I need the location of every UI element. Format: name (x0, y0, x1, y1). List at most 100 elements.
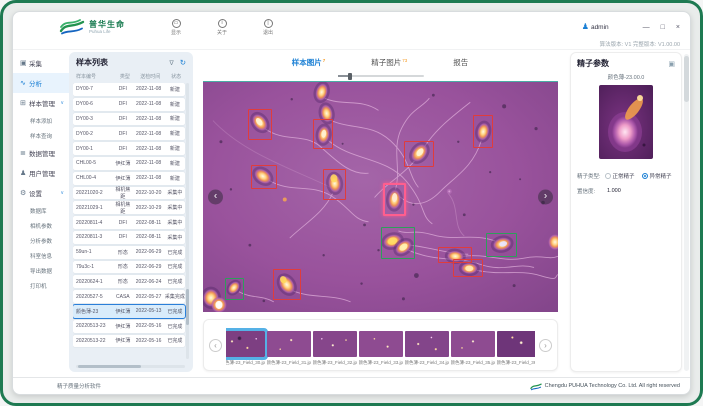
table-row[interactable]: DY00-7 DFI 2022-11-08 新建 (73, 83, 185, 96)
header-menu-item[interactable]: ▭ 显示 (171, 19, 181, 36)
zoom-slider[interactable] (338, 75, 424, 77)
table-row[interactable]: 20220811-3 DFI 2022-08-11 采集中 (73, 231, 185, 244)
detection-box-abnormal[interactable] (251, 165, 277, 189)
table-row[interactable]: DY00-3 DFI 2022-11-08 新建 (73, 113, 185, 126)
cell-sample-id: 20220513-22 (73, 338, 113, 344)
company-logo-icon (530, 382, 542, 391)
detection-box-normal[interactable] (486, 233, 517, 257)
sidebar-item[interactable]: 数据库 (13, 203, 69, 218)
detection-box-abnormal[interactable] (404, 141, 434, 167)
viewer-tab[interactable]: 样本图片7 (292, 57, 326, 68)
cell-type: 伊红薄 (113, 160, 132, 167)
table-row[interactable]: DY00-1 DFI 2022-11-08 新建 (73, 142, 185, 155)
scrollbar-thumb[interactable] (684, 56, 689, 102)
sidebar-item[interactable]: ⚙ 设置 ∨ (13, 183, 69, 203)
viewer-tab[interactable]: 精子图片73 (371, 57, 407, 68)
sidebar-item[interactable]: ▣ 采集 (13, 53, 69, 73)
sidebar-item-label: 相机参数 (30, 222, 52, 230)
filter-icon[interactable]: ∇ (169, 59, 173, 67)
thumbnail-item[interactable]: 颜色薄-23_Field_35.jpg (451, 331, 495, 366)
sidebar-item[interactable]: 相机参数 (13, 218, 69, 233)
zoom-slider-handle[interactable] (348, 73, 352, 80)
table-row[interactable]: DY00-2 DFI 2022-11-08 新建 (73, 127, 185, 140)
table-row[interactable]: 20221020-2 相机焦距 2022-10-20 采集中 (73, 187, 185, 200)
close-button[interactable]: × (676, 24, 680, 31)
vertical-scrollbar[interactable] (186, 83, 189, 359)
table-row[interactable]: CHL00-5 伊红薄 2022-11-08 新建 (73, 157, 185, 170)
sidebar-item[interactable]: ∿ 分析 (13, 73, 69, 93)
sidebar-item[interactable]: 样本查询 (13, 128, 69, 143)
detection-overlay (203, 82, 558, 312)
scrollbar-thumb[interactable] (78, 365, 141, 368)
confidence-label: 置信度: (577, 187, 595, 195)
detection-box-abnormal[interactable] (273, 269, 301, 301)
table-row[interactable]: 颜色薄-23 伊红薄 2022-05-13 已完成 (73, 305, 185, 318)
thumbnail-item[interactable]: 颜色薄-23_Field_31.jpg (267, 331, 311, 366)
user-menu[interactable]: ♟ admin (582, 23, 609, 31)
minimize-button[interactable]: — (643, 24, 650, 31)
next-image-button[interactable]: › (538, 190, 553, 205)
sidebar-item[interactable]: 科室信息 (13, 248, 69, 263)
table-row[interactable]: 20220513-23 伊红薄 2022-05-16 已完成 (73, 320, 185, 333)
sidebar-item[interactable]: ♟ 用户管理 (13, 163, 69, 183)
table-row[interactable]: 79u3c-1 形态 2022-06-29 已完成 (73, 261, 185, 274)
table-row[interactable]: 20220624-1 形态 2022-06-24 已完成 (73, 275, 185, 288)
cell-status: 已完成 (165, 337, 185, 344)
detection-box-normal[interactable] (381, 227, 415, 259)
detection-box-abnormal[interactable] (453, 259, 483, 276)
table-row[interactable]: DY00-6 DFI 2022-11-08 新建 (73, 98, 185, 111)
table-row[interactable]: 20221029-1 相机焦距 2022-10-29 采集中 (73, 201, 185, 214)
sidebar-item-icon: ▣ (20, 59, 29, 67)
horizontal-scrollbar[interactable] (76, 365, 185, 368)
cell-date: 2022-11-08 (132, 160, 164, 166)
thumbnail-list: 颜色薄-23_Field_30.jpg 颜色薄-23_Field_31.jpg … (226, 325, 535, 366)
detection-box-abnormal[interactable] (313, 119, 333, 149)
table-row[interactable]: 20220513-22 伊红薄 2022-05-16 已完成 (73, 335, 185, 348)
username: admin (591, 24, 609, 31)
table-row[interactable]: CHL00-4 伊红薄 2022-11-08 新建 (73, 172, 185, 185)
refresh-icon[interactable]: ↻ (180, 58, 186, 67)
thumbnail-item[interactable]: 颜色薄-23_Field_30.jpg (226, 331, 265, 366)
scrollbar-thumb[interactable] (186, 289, 189, 325)
cell-sample-id: 59un-1 (73, 249, 113, 255)
thumbnails-next-button[interactable]: › (539, 339, 552, 352)
sperm-type-option[interactable]: 正常精子 (605, 172, 635, 180)
cell-sample-id: CHL00-4 (73, 175, 113, 181)
cell-status: 已完成 (165, 323, 185, 330)
thumbnail-item[interactable]: 颜色薄-23_Field_36.jpg (497, 331, 536, 366)
sperm-type-option[interactable]: 异常精子 (642, 172, 672, 180)
sidebar-item-label: 导出数据 (30, 267, 52, 275)
detection-box-abnormal[interactable] (323, 169, 347, 199)
sperm-type-label: 精子类型: (577, 172, 601, 180)
table-row[interactable]: 20220811-4 DFI 2022-08-11 采集中 (73, 216, 185, 229)
sidebar-item[interactable]: 样本添加 (13, 113, 69, 128)
cell-type: 伊红薄 (113, 323, 132, 330)
sidebar-item[interactable]: ⊞ 样本管理 ∨ (13, 93, 69, 113)
window-scrollbar[interactable] (684, 54, 689, 371)
thumbnail-item[interactable]: 颜色薄-23_Field_34.jpg (405, 331, 449, 366)
cell-type: DFI (113, 101, 132, 107)
cell-date: 2022-11-08 (132, 86, 164, 92)
sidebar-item[interactable]: 打印机 (13, 278, 69, 293)
detection-box-selected[interactable] (383, 183, 406, 215)
thumbnails-prev-button[interactable]: ‹ (209, 339, 222, 352)
previous-image-button[interactable]: ‹ (208, 190, 223, 205)
sidebar-item[interactable]: 导出数据 (13, 263, 69, 278)
viewer-tab[interactable]: 报告 (453, 57, 469, 68)
table-row[interactable]: 59un-1 形态 2022-06-29 已完成 (73, 246, 185, 259)
table-row[interactable]: 20220527-5 CASA 2022-05-27 采集完成 (73, 290, 185, 303)
detection-box-normal[interactable] (225, 278, 244, 300)
detection-box-abnormal[interactable] (248, 109, 272, 139)
header-menu-item[interactable]: i 关于 (217, 19, 227, 36)
detection-box-abnormal[interactable] (473, 115, 493, 147)
thumbnail-item[interactable]: 颜色薄-23_Field_32.jpg (313, 331, 357, 366)
maximize-button[interactable]: □ (661, 24, 665, 31)
header-menu-item[interactable]: | 退出 (263, 19, 273, 36)
sidebar-item-label: 数据管理 (29, 148, 55, 158)
thumbnail-item[interactable]: 颜色薄-23_Field_33.jpg (359, 331, 403, 366)
cell-status: 新建 (165, 101, 185, 108)
panel-expand-icon[interactable]: ▣ (668, 60, 675, 68)
sidebar-item[interactable]: ≣ 数据管理 (13, 143, 69, 163)
sidebar-item[interactable]: 分析参数 (13, 233, 69, 248)
header-menu-label: 显示 (171, 29, 181, 36)
